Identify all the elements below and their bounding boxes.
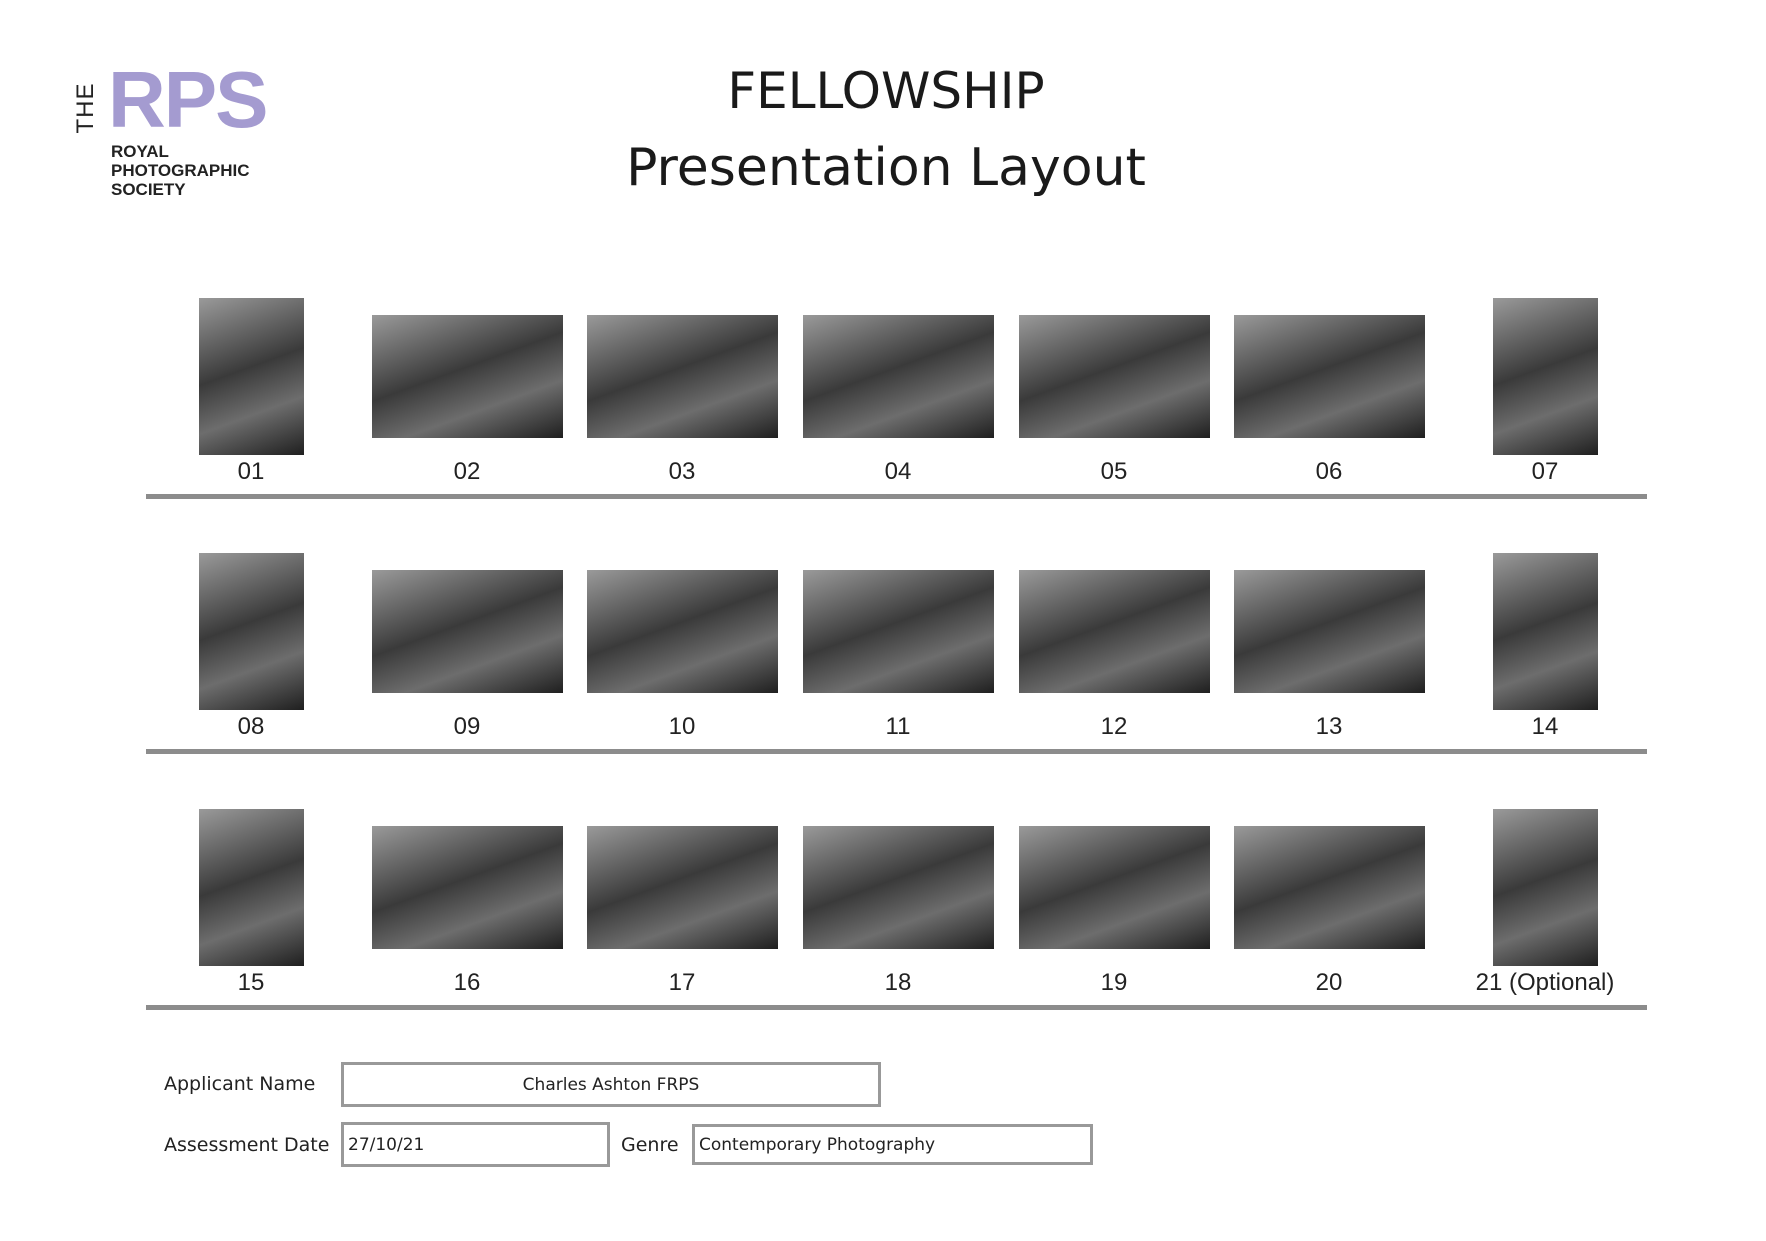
- photo-label: 14: [1531, 713, 1559, 740]
- row-divider: [146, 494, 1647, 499]
- genre-label: Genre: [621, 1134, 679, 1156]
- photo-label: 11: [885, 713, 911, 740]
- photo-label: 18: [884, 969, 912, 996]
- photo-07: [1492, 298, 1598, 455]
- photo-label: 13: [1315, 713, 1343, 740]
- assessment-date-label: Assessment Date: [164, 1134, 330, 1156]
- photo-label: 16: [453, 969, 481, 996]
- photo-label: 01: [237, 458, 265, 485]
- page-subtitle: Presentation Layout: [626, 138, 1146, 198]
- photo-label: 08: [237, 713, 265, 740]
- photo-21: [1492, 809, 1598, 966]
- photo-label: 09: [453, 713, 481, 740]
- row-divider: [146, 1005, 1647, 1010]
- photo-04: [802, 315, 994, 438]
- photo-label: 15: [237, 969, 265, 996]
- photo-06: [1233, 315, 1425, 438]
- photo-label: 03: [668, 458, 696, 485]
- photo-label: 10: [668, 713, 696, 740]
- photo-09: [371, 570, 563, 693]
- photo-13: [1233, 570, 1425, 693]
- photo-02: [371, 315, 563, 438]
- assessment-date-field[interactable]: 27/10/21: [341, 1122, 610, 1167]
- photo-label: 02: [453, 458, 481, 485]
- photo-label: 17: [668, 969, 696, 996]
- photo-label: 07: [1531, 458, 1559, 485]
- applicant-name-field[interactable]: Charles Ashton FRPS: [341, 1062, 881, 1107]
- photo-19: [1018, 826, 1210, 949]
- photo-16: [371, 826, 563, 949]
- photo-03: [586, 315, 778, 438]
- photo-05: [1018, 315, 1210, 438]
- photo-label: 05: [1100, 458, 1128, 485]
- photo-15: [198, 809, 304, 966]
- photo-label: 20: [1315, 969, 1343, 996]
- photo-08: [198, 553, 304, 710]
- photo-label: 21 (Optional): [1475, 969, 1615, 996]
- photo-label: 06: [1315, 458, 1343, 485]
- photo-label: 04: [884, 458, 912, 485]
- photo-label: 12: [1100, 713, 1128, 740]
- photo-01: [198, 298, 304, 455]
- applicant-name-label: Applicant Name: [164, 1073, 316, 1095]
- photo-10: [586, 570, 778, 693]
- genre-field[interactable]: Contemporary Photography: [692, 1124, 1093, 1165]
- row-divider: [146, 749, 1647, 754]
- photo-11: [802, 570, 994, 693]
- photo-12: [1018, 570, 1210, 693]
- photo-20: [1233, 826, 1425, 949]
- page-title: FELLOWSHIP: [727, 62, 1045, 120]
- photo-17: [586, 826, 778, 949]
- photo-label: 19: [1100, 969, 1128, 996]
- photo-18: [802, 826, 994, 949]
- photo-14: [1492, 553, 1598, 710]
